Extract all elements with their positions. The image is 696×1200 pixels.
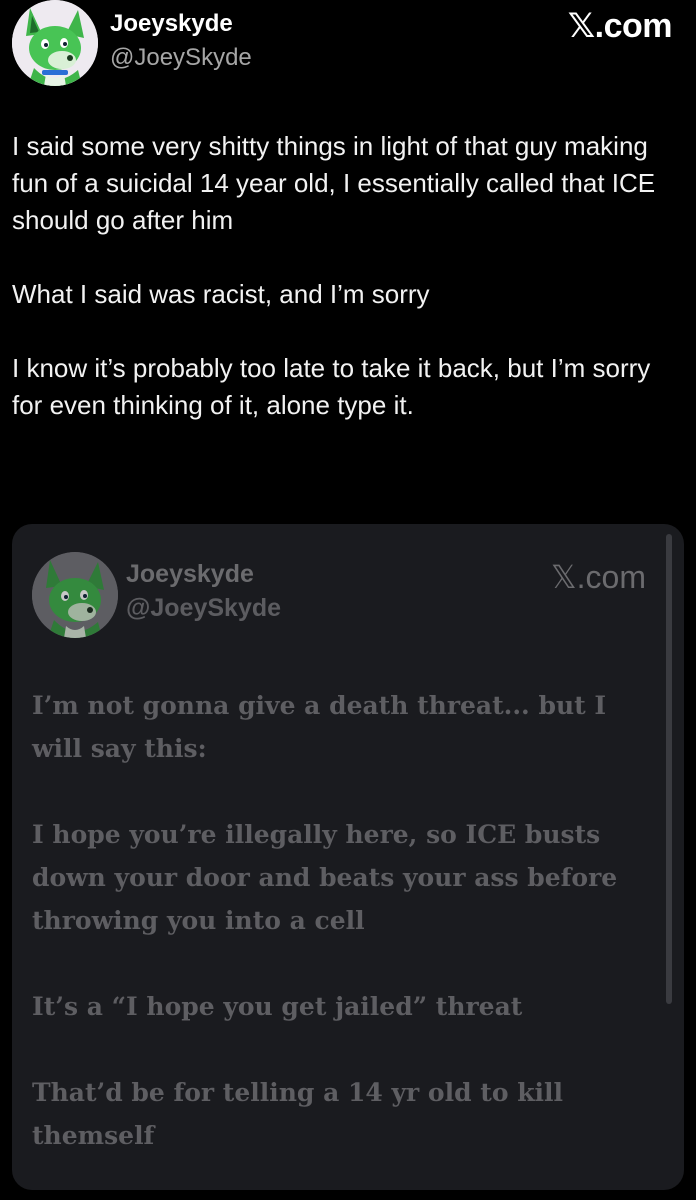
quoted-post-screenshot[interactable]: Joeyskyde @JoeySkyde 𝕏.com I’m not gonna… — [12, 524, 684, 1190]
quoted-author-name: Joeyskyde — [126, 560, 254, 588]
quoted-author-avatar — [32, 552, 118, 638]
author-avatar[interactable] — [12, 0, 98, 86]
quoted-paragraph: I hope you’re illegally here, so ICE bus… — [32, 820, 618, 935]
post-header: Joeyskyde @JoeySkyde 𝕏.com — [12, 0, 684, 88]
post-paragraph: What I said was racist, and I’m sorry — [12, 279, 430, 309]
scrollbar[interactable] — [666, 534, 672, 1004]
post-text: I said some very shitty things in light … — [12, 128, 682, 461]
x-logo-icon: 𝕏 — [550, 559, 577, 595]
quoted-author-handle: @JoeySkyde — [126, 594, 282, 622]
quoted-paragraph: I’m not gonna give a death threat... but… — [32, 691, 607, 763]
x-logo-icon: 𝕏 — [567, 6, 595, 46]
quoted-paragraph: That’d be for telling a 14 yr old to kil… — [32, 1078, 564, 1150]
green-fox-avatar-icon — [32, 552, 118, 638]
post-paragraph: I know it’s probably too late to take it… — [12, 353, 651, 420]
quoted-x-brand-domain: .com — [576, 559, 646, 595]
quoted-x-brand-mark: 𝕏.com — [551, 558, 646, 596]
author-name[interactable]: Joeyskyde — [110, 10, 233, 38]
quoted-paragraph: It’s a “I hope you get jailed” threat — [32, 992, 523, 1021]
x-brand-mark: 𝕏.com — [567, 6, 673, 46]
green-fox-avatar-icon — [12, 0, 98, 86]
author-handle[interactable]: @JoeySkyde — [110, 44, 252, 72]
x-brand-domain: .com — [594, 7, 673, 45]
post-paragraph: I said some very shitty things in light … — [12, 131, 656, 235]
quoted-post-text: I’m not gonna give a death threat... but… — [32, 684, 662, 1190]
